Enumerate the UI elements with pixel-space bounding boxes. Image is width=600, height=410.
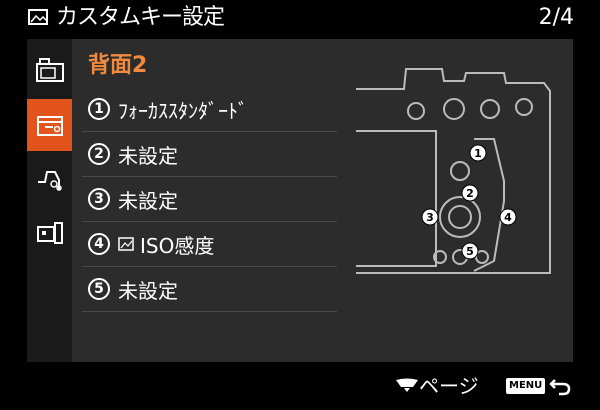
page-hint-label: ページ	[419, 374, 479, 398]
item-label: ISO感度	[140, 233, 215, 258]
page-hint[interactable]: ページ	[395, 372, 479, 400]
bottom-bar: ページ MENU	[0, 362, 600, 410]
diagram-label-3: 3	[426, 211, 434, 224]
list-item[interactable]: 3 未設定	[82, 177, 337, 222]
diagram-label-4: 4	[504, 211, 512, 224]
list-item[interactable]: 4 ISO感度	[82, 222, 337, 267]
item-number: 5	[88, 278, 110, 300]
item-label: 未設定	[118, 188, 178, 213]
tab-battery[interactable]	[27, 207, 72, 259]
picture-icon	[28, 9, 48, 25]
tab-hand-settings[interactable]	[27, 153, 72, 205]
list-item[interactable]: 5 未設定	[82, 267, 337, 312]
tab-camera[interactable]	[27, 45, 72, 97]
camera-icon	[35, 58, 64, 82]
camera-custom-icon	[36, 116, 63, 136]
item-number: 1	[88, 98, 110, 120]
diagram-label-1: 1	[474, 147, 482, 160]
photo-iso-icon	[118, 237, 134, 251]
page-indicator: 2/4	[538, 5, 574, 30]
sidebar	[27, 39, 72, 362]
page-title: カスタムキー設定	[56, 5, 225, 30]
dial-down-icon	[396, 378, 418, 392]
menu-label: MENU	[506, 378, 546, 394]
item-label: ﾌｫｰｶｽｽﾀﾝﾀﾞｰﾄﾞ	[118, 98, 248, 123]
main-panel: 背面2 1 ﾌｫｰｶｽｽﾀﾝﾀﾞｰﾄﾞ 2 未設定 3 未設定 4 ISO感度	[72, 39, 573, 362]
menu-back-button[interactable]: MENU	[506, 376, 571, 396]
item-label: 未設定	[118, 278, 178, 303]
tab-custom[interactable]	[27, 99, 72, 151]
camera-back-diagram: 1 2 3 4 5	[356, 68, 551, 274]
key-list: 1 ﾌｫｰｶｽｽﾀﾝﾀﾞｰﾄﾞ 2 未設定 3 未設定 4 ISO感度 5 未設…	[82, 87, 337, 312]
menu-frame: 背面2 1 ﾌｫｰｶｽｽﾀﾝﾀﾞｰﾄﾞ 2 未設定 3 未設定 4 ISO感度	[27, 39, 573, 362]
diagram-label-5: 5	[466, 245, 474, 258]
item-label: 未設定	[118, 143, 178, 168]
item-number: 4	[88, 233, 110, 255]
list-item[interactable]: 2 未設定	[82, 132, 337, 177]
hand-settings-icon	[37, 171, 62, 191]
item-number: 3	[88, 188, 110, 210]
list-item[interactable]: 1 ﾌｫｰｶｽｽﾀﾝﾀﾞｰﾄﾞ	[82, 87, 337, 132]
section-title: 背面2	[88, 53, 148, 78]
item-number: 2	[88, 143, 110, 165]
battery-icon	[36, 222, 63, 244]
return-arrow-icon	[549, 379, 571, 396]
diagram-label-2: 2	[466, 187, 474, 200]
top-bar: カスタムキー設定 2/4	[0, 0, 600, 38]
